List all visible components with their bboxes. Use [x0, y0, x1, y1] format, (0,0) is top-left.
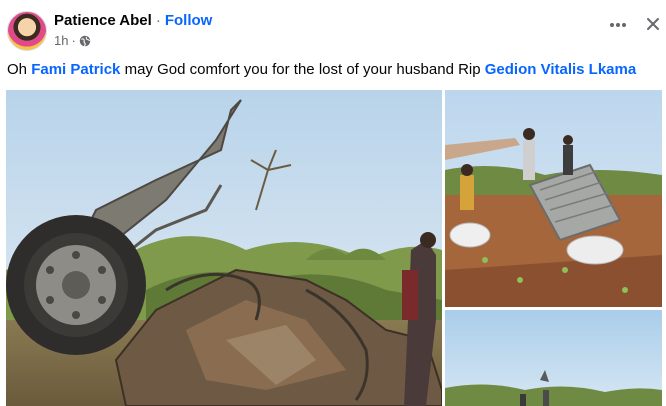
- close-icon[interactable]: [645, 16, 661, 32]
- photo-wreckage-crowd-image: [445, 90, 662, 307]
- more-options-icon[interactable]: [608, 18, 628, 32]
- text-prefix: Oh: [7, 61, 32, 78]
- photo-grid: [6, 90, 662, 406]
- photo-landscape-image: [445, 310, 662, 406]
- post-timestamp[interactable]: 1h: [54, 33, 68, 49]
- globe-icon[interactable]: [79, 35, 91, 47]
- mention-gedion-vitalis-lkama[interactable]: Gedion Vitalis Lkama: [485, 61, 636, 78]
- photo-landscape[interactable]: [445, 310, 662, 406]
- meta-separator: ·: [71, 33, 76, 48]
- author-name[interactable]: Patience Abel: [54, 12, 152, 29]
- post-meta: 1h ·: [54, 33, 91, 49]
- name-separator: ·: [155, 12, 161, 29]
- photo-wreckage-main-image: [6, 90, 442, 406]
- text-middle: may God comfort you for the lost of your…: [120, 61, 485, 78]
- post-header: Patience Abel · Follow 1h ·: [0, 0, 666, 56]
- photo-wreckage-main[interactable]: [6, 90, 442, 406]
- photo-wreckage-crowd[interactable]: [445, 90, 662, 307]
- author-avatar[interactable]: [7, 11, 47, 51]
- post-body-text: Oh Fami Patrick may God comfort you for …: [7, 60, 657, 80]
- mention-fami-patrick[interactable]: Fami Patrick: [31, 61, 120, 78]
- author-row: Patience Abel · Follow: [54, 11, 212, 31]
- follow-button[interactable]: Follow: [165, 12, 213, 29]
